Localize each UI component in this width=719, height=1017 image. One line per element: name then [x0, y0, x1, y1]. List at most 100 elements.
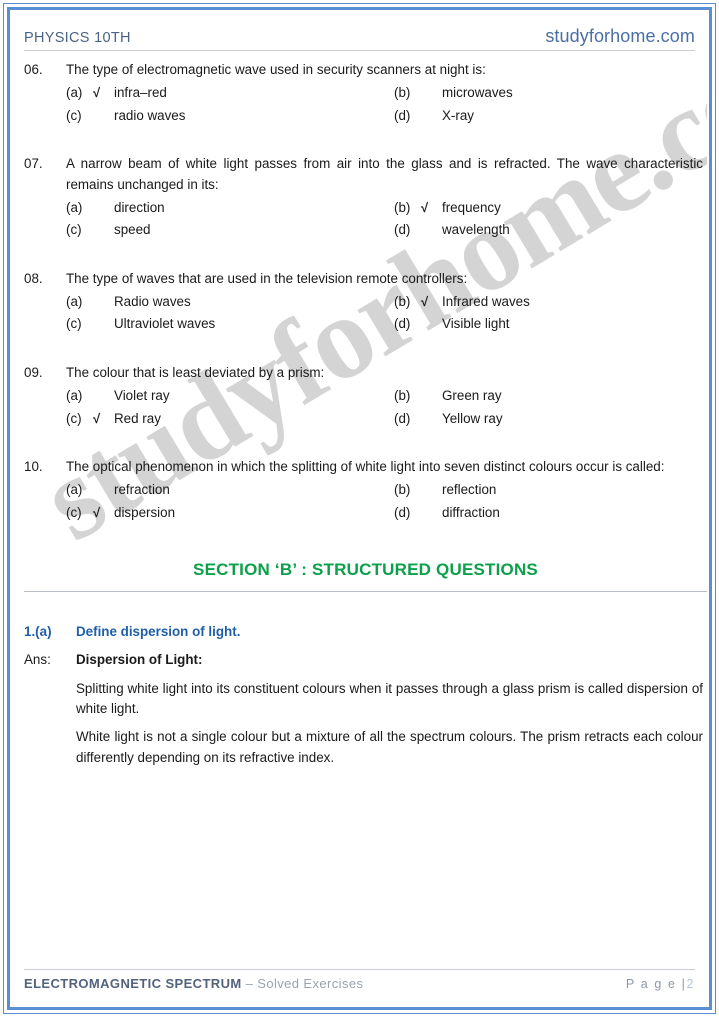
mcq-option[interactable]: (a) √ infra–red — [66, 83, 394, 103]
option-label: (a) — [66, 388, 83, 404]
mcq-question-text: The type of waves that are used in the t… — [66, 270, 468, 286]
mcq-number: 07. — [24, 156, 43, 172]
mcq-option[interactable]: (b) microwaves — [394, 83, 513, 103]
structured-answer-block: 1.(a) Define dispersion of light. Ans: D… — [24, 622, 707, 768]
answer-question-text: Define dispersion of light. — [76, 623, 241, 639]
answer-heading: Dispersion of Light: — [76, 652, 203, 668]
mcq-option-row: (a) √ infra–red (b) microwaves — [66, 83, 707, 103]
mcq-option[interactable]: (c) speed — [66, 220, 394, 240]
answer-question-tag: 1.(a) — [24, 623, 52, 639]
mcq-option[interactable]: (b) √ Infrared waves — [394, 292, 530, 312]
mcq-number: 06. — [24, 62, 43, 77]
page-body: 06. The type of electromagnetic wave use… — [24, 60, 707, 768]
option-label: (a) — [66, 199, 83, 215]
mcq-number: 08. — [24, 270, 43, 286]
page-content: studyforhome.com PHYSICS 10TH studyforho… — [12, 12, 707, 1005]
option-text: Violet ray — [114, 388, 170, 404]
mcq-option[interactable]: (a) Violet ray — [66, 386, 394, 406]
option-label: (b) — [394, 85, 411, 101]
mcq-option[interactable]: (c) Ultraviolet waves — [66, 314, 394, 334]
option-label: (a) — [66, 294, 83, 309]
mcq-option[interactable]: (a) refraction — [66, 480, 394, 500]
option-text: wavelength — [442, 222, 510, 238]
mcq-option[interactable]: (c) √ Red ray — [66, 409, 394, 429]
mcq-item: 06. The type of electromagnetic wave use… — [24, 60, 707, 126]
header-subject-title: PHYSICS 10TH — [24, 30, 131, 46]
checkmark-icon: √ — [421, 294, 429, 309]
mcq-item: 10. The optical phenomenon in which the … — [24, 457, 707, 523]
mcq-question-row: 09. The colour that is least deviated by… — [24, 363, 707, 383]
mcq-question-text: The type of electromagnetic wave used in… — [66, 62, 486, 77]
footer-page-label: P a g e | — [625, 977, 687, 991]
checkmark-icon: √ — [93, 85, 101, 101]
mcq-option-row: (a) refraction (b) reflection — [66, 480, 707, 500]
mcq-option[interactable]: (d) diffraction — [394, 503, 500, 523]
mcq-number: 09. — [24, 364, 43, 380]
mcq-option[interactable]: (a) Radio waves — [66, 292, 394, 312]
option-label: (c) — [66, 316, 82, 332]
option-text: Radio waves — [114, 294, 191, 309]
mcq-question-text: A narrow beam of white light passes from… — [66, 156, 703, 192]
mcq-option-row: (c) √ dispersion (d) diffraction — [66, 503, 707, 523]
mcq-option[interactable]: (b) reflection — [394, 480, 496, 500]
mcq-option[interactable]: (b) Green ray — [394, 386, 502, 406]
option-label: (c) — [66, 107, 82, 123]
section-title: SECTION ‘B’ : STRUCTURED QUESTIONS — [193, 560, 538, 579]
page-footer: ELECTROMAGNETIC SPECTRUM – Solved Exerci… — [24, 969, 695, 991]
option-label: (d) — [394, 316, 411, 332]
checkmark-icon: √ — [93, 410, 101, 426]
mcq-item: 08. The type of waves that are used in t… — [24, 269, 707, 335]
option-text: Visible light — [442, 316, 510, 332]
option-label: (a) — [66, 85, 83, 101]
answer-label: Ans: — [24, 652, 51, 668]
option-label: (b) — [394, 294, 411, 309]
mcq-option[interactable]: (c) radio waves — [66, 106, 394, 126]
mcq-options: (a) Violet ray (b) Green ray (c) √ Red r… — [24, 386, 707, 429]
mcq-option[interactable]: (d) Yellow ray — [394, 409, 503, 429]
option-text: Ultraviolet waves — [114, 316, 216, 332]
answer-paragraph-2: White light is not a single colour but a… — [76, 729, 703, 765]
mcq-question-text: The optical phenomenon in which the spli… — [66, 458, 665, 474]
section-divider — [24, 590, 707, 592]
mcq-question-text: The colour that is least deviated by a p… — [66, 364, 325, 380]
mcq-question-row: 08. The type of waves that are used in t… — [24, 269, 707, 289]
option-text: Infrared waves — [442, 294, 530, 309]
footer-divider — [24, 969, 695, 970]
page-header: PHYSICS 10TH studyforhome.com — [24, 26, 695, 51]
footer-row: ELECTROMAGNETIC SPECTRUM – Solved Exerci… — [24, 976, 695, 991]
mcq-option-row: (c) speed (d) wavelength — [66, 220, 707, 240]
mcq-option-row: (c) Ultraviolet waves (d) Visible light — [66, 314, 707, 334]
footer-chapter-name: ELECTROMAGNETIC SPECTRUM — [24, 976, 242, 991]
option-text: microwaves — [442, 85, 513, 101]
answer-heading-row: Ans: Dispersion of Light: — [24, 650, 707, 670]
mcq-option[interactable]: (d) Visible light — [394, 314, 510, 334]
mcq-options: (a) √ infra–red (b) microwaves (c) radio… — [24, 83, 707, 126]
mcq-option[interactable]: (b) √ frequency — [394, 198, 501, 218]
mcq-option[interactable]: (d) wavelength — [394, 220, 510, 240]
option-text: diffraction — [442, 504, 500, 520]
answer-paragraph-1: Splitting white light into its constitue… — [76, 680, 703, 716]
checkmark-icon: √ — [421, 199, 429, 215]
mcq-question-row: 10. The optical phenomenon in which the … — [24, 457, 707, 477]
mcq-option[interactable]: (d) X-ray — [394, 106, 474, 126]
mcq-number: 10. — [24, 458, 43, 474]
option-text: Yellow ray — [442, 410, 503, 426]
option-label: (c) — [66, 222, 82, 238]
mcq-item: 07. A narrow beam of white light passes … — [24, 154, 707, 241]
mcq-option-row: (a) direction (b) √ frequency — [66, 198, 707, 218]
section-heading-block: SECTION ‘B’ : STRUCTURED QUESTIONS — [24, 557, 707, 592]
option-text: frequency — [442, 199, 501, 215]
mcq-option[interactable]: (c) √ dispersion — [66, 503, 394, 523]
option-label: (b) — [394, 388, 411, 404]
mcq-question-row: 06. The type of electromagnetic wave use… — [24, 60, 707, 80]
header-divider — [24, 50, 695, 51]
mcq-option[interactable]: (a) direction — [66, 198, 394, 218]
footer-page-number: 2 — [686, 977, 695, 991]
mcq-option-row: (c) √ Red ray (d) Yellow ray — [66, 409, 707, 429]
option-label: (d) — [394, 410, 411, 426]
option-text: reflection — [442, 482, 497, 498]
option-label: (d) — [394, 107, 411, 123]
